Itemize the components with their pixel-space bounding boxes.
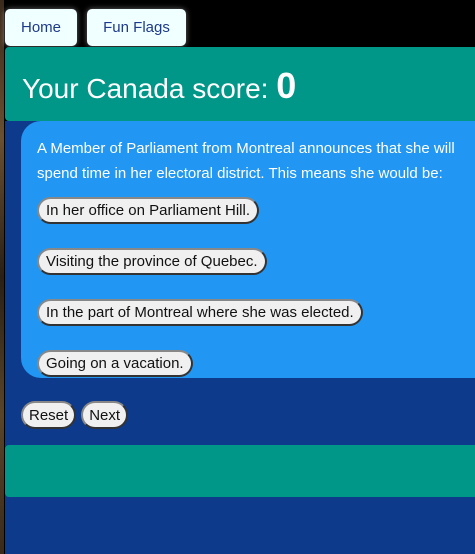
next-button[interactable]: Next: [81, 401, 129, 429]
quiz-controls: Reset Next: [21, 401, 475, 429]
score-header: Your Canada score: 0: [5, 47, 475, 121]
answer-option[interactable]: Visiting the province of Quebec.: [37, 248, 267, 275]
reset-button[interactable]: Reset: [21, 401, 77, 429]
background-edge: [0, 0, 4, 554]
quiz-area: A Member of Parliament from Montreal ann…: [5, 121, 475, 554]
question-card: A Member of Parliament from Montreal ann…: [21, 121, 475, 378]
question-text: A Member of Parliament from Montreal ann…: [37, 140, 455, 182]
answer-options: In her office on Parliament Hill. Visiti…: [37, 197, 459, 377]
answer-option[interactable]: Going on a vacation.: [37, 350, 193, 377]
score-label: Your Canada score:: [22, 73, 269, 104]
footer-bar: [5, 445, 475, 497]
answer-option[interactable]: In her office on Parliament Hill.: [37, 197, 259, 224]
home-button[interactable]: Home: [5, 9, 77, 46]
fun-flags-button[interactable]: Fun Flags: [87, 9, 186, 46]
score-value: 0: [276, 65, 297, 106]
answer-option[interactable]: In the part of Montreal where she was el…: [37, 299, 363, 326]
score-title: Your Canada score: 0: [22, 65, 296, 107]
